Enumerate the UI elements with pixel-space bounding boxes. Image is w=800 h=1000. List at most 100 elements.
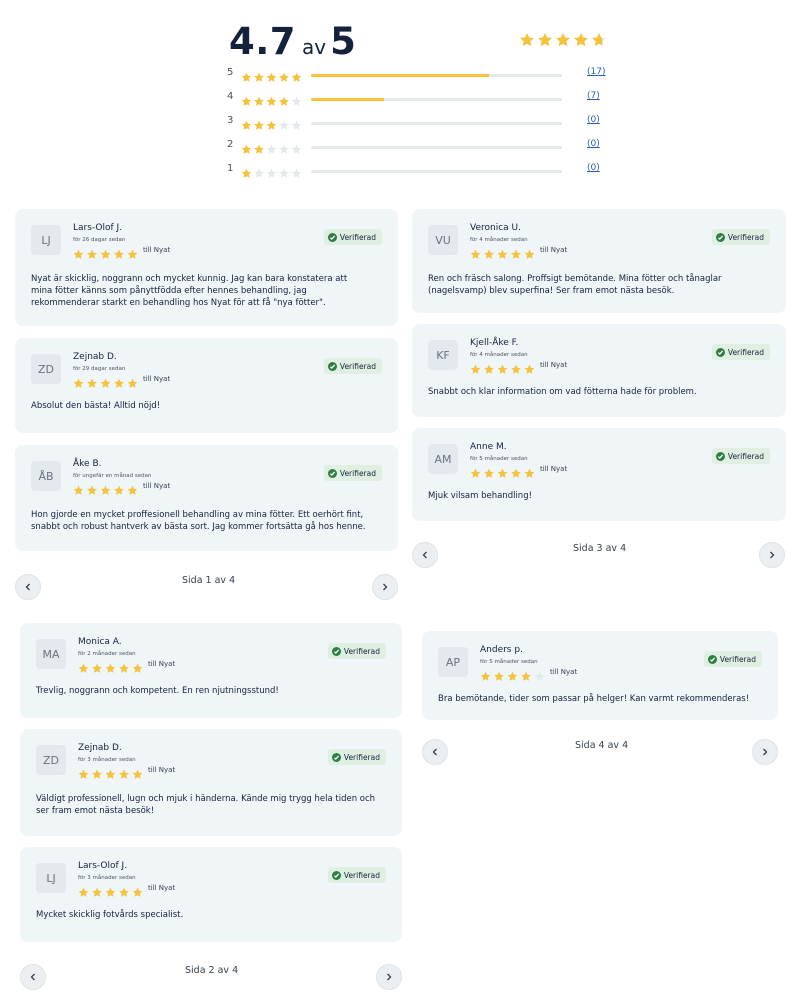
star-icon (470, 364, 481, 374)
distribution-star-number: 2 (227, 139, 234, 150)
review-text: Bra bemötande, tider som passar på helge… (438, 693, 749, 705)
review-stars (73, 374, 139, 388)
review-text-line: Väldigt professionell, lugn och mjuk i h… (36, 794, 376, 804)
star-icon (484, 468, 494, 478)
star-icon (87, 378, 97, 388)
distribution-bar (311, 170, 562, 173)
star-icon (291, 72, 302, 82)
star-icon (119, 887, 129, 897)
star-icon (524, 364, 535, 374)
next-page-button[interactable] (759, 542, 785, 568)
review-target: till Nyat (143, 482, 171, 490)
distribution-bar (311, 98, 562, 101)
star-icon (592, 32, 606, 47)
review-time: för ungefär en månad sedan (73, 473, 152, 479)
review-stars (73, 245, 139, 259)
page-indicator: Sida 1 av 4 (182, 575, 236, 586)
review-target: till Nyat (143, 375, 171, 383)
review-target: till Nyat (540, 361, 568, 369)
prev-page-button[interactable] (15, 574, 41, 600)
star-icon (254, 96, 264, 106)
prev-page-button[interactable] (422, 739, 448, 765)
star-icon (254, 144, 264, 154)
verified-badge: Verifierad (711, 229, 770, 245)
distribution-stars (241, 140, 303, 154)
next-page-button[interactable] (752, 739, 778, 765)
star-icon (497, 249, 508, 259)
verified-badge: Verifierad (327, 867, 386, 883)
star-icon (127, 485, 138, 495)
review-card: LJ Lars-Olof J. för 26 dagar sedan till Nya… (15, 209, 398, 326)
review-time: för 4 månader sedan (470, 352, 528, 358)
reviewer-name: Anne M. (470, 442, 507, 452)
reviewer-name: Zejnab D. (73, 352, 117, 362)
reviewer-name: Anders p. (480, 645, 523, 655)
verified-label: Verifierad (339, 232, 376, 242)
star-icon (100, 485, 111, 495)
star-icon (511, 249, 521, 259)
review-time: för 3 månader sedan (78, 757, 136, 763)
review-text-line: Bra bemötande, tider som passar på helge… (438, 694, 750, 704)
distribution-stars (241, 116, 303, 130)
distribution-row: 4 (7) (227, 91, 607, 106)
next-page-button[interactable] (372, 574, 398, 600)
star-icon (132, 769, 143, 779)
page-indicator: Sida 2 av 4 (185, 965, 239, 976)
reviewer-avatar: AP (438, 647, 468, 677)
distribution-count-link[interactable]: (0) (587, 139, 600, 149)
distribution-count-link[interactable]: (17) (587, 67, 605, 77)
star-icon (78, 663, 89, 673)
review-card: ZD Zejnab D. för 3 månader sedan till Nyat V… (20, 729, 402, 836)
review-stars (73, 481, 139, 495)
verified-badge: Verifierad (711, 448, 770, 464)
review-text: Ren och fräsch salong. Proffsigt bemötan… (428, 273, 722, 297)
verified-badge: Verifierad (327, 749, 386, 765)
review-text: Hon gjorde en mycket proffesionell behan… (31, 509, 366, 533)
review-card: MA Monica A. för 2 månader sedan till Nyat V… (20, 623, 402, 718)
verified-label: Verifierad (343, 646, 380, 656)
chevron-right-icon (763, 748, 768, 756)
review-time: för 29 dagar sedan (73, 366, 126, 372)
review-stars (480, 667, 546, 681)
distribution-count-link[interactable]: (7) (587, 91, 600, 101)
review-target: till Nyat (540, 246, 568, 254)
star-icon (507, 671, 518, 681)
distribution-count-link[interactable]: (0) (587, 163, 600, 173)
review-text: Mjuk vilsam behandling! (428, 490, 532, 502)
verified-badge: Verifierad (323, 358, 382, 374)
review-text: Väldigt professionell, lugn och mjuk i h… (36, 793, 375, 817)
star-icon (494, 671, 504, 681)
review-target: till Nyat (143, 246, 171, 254)
verified-label: Verifierad (727, 451, 764, 461)
star-icon (132, 663, 143, 673)
chevron-left-icon (30, 973, 35, 981)
verified-badge: Verifierad (323, 465, 382, 481)
star-icon (484, 249, 494, 259)
verified-check-icon (327, 468, 337, 478)
star-icon (511, 364, 521, 374)
review-text-line: ser fram emot nästa besök! (36, 806, 155, 816)
star-icon (127, 378, 138, 388)
review-text-line: Snabbt och klar information om vad fötte… (428, 387, 697, 397)
reviewer-name: Lars-Olof J. (73, 223, 123, 233)
reviewer-avatar: KF (428, 340, 458, 370)
star-icon (520, 32, 534, 47)
next-page-button[interactable] (376, 964, 402, 990)
verified-check-icon (331, 870, 341, 880)
distribution-count-link[interactable]: (0) (587, 115, 600, 125)
review-text: Mycket skicklig fotvårds specialist. (36, 909, 183, 921)
star-icon (114, 378, 124, 388)
distribution-row: 5 (17) (227, 67, 607, 82)
prev-page-button[interactable] (412, 542, 438, 568)
review-card: ÅB Åke B. för ungefär en månad sedan till N… (15, 445, 398, 551)
prev-page-button[interactable] (20, 964, 46, 990)
reviewer-name: Kjell-Åke F. (470, 338, 519, 348)
star-icon (266, 168, 277, 178)
star-icon (100, 249, 111, 259)
verified-check-icon (331, 646, 341, 656)
reviewer-avatar: ZD (36, 745, 66, 775)
review-text: Snabbt och klar information om vad fötte… (428, 386, 697, 398)
chevron-left-icon (25, 583, 30, 591)
review-text-line: rekommenderar starkt en behandling hos N… (31, 298, 326, 308)
verified-label: Verifierad (339, 468, 376, 478)
